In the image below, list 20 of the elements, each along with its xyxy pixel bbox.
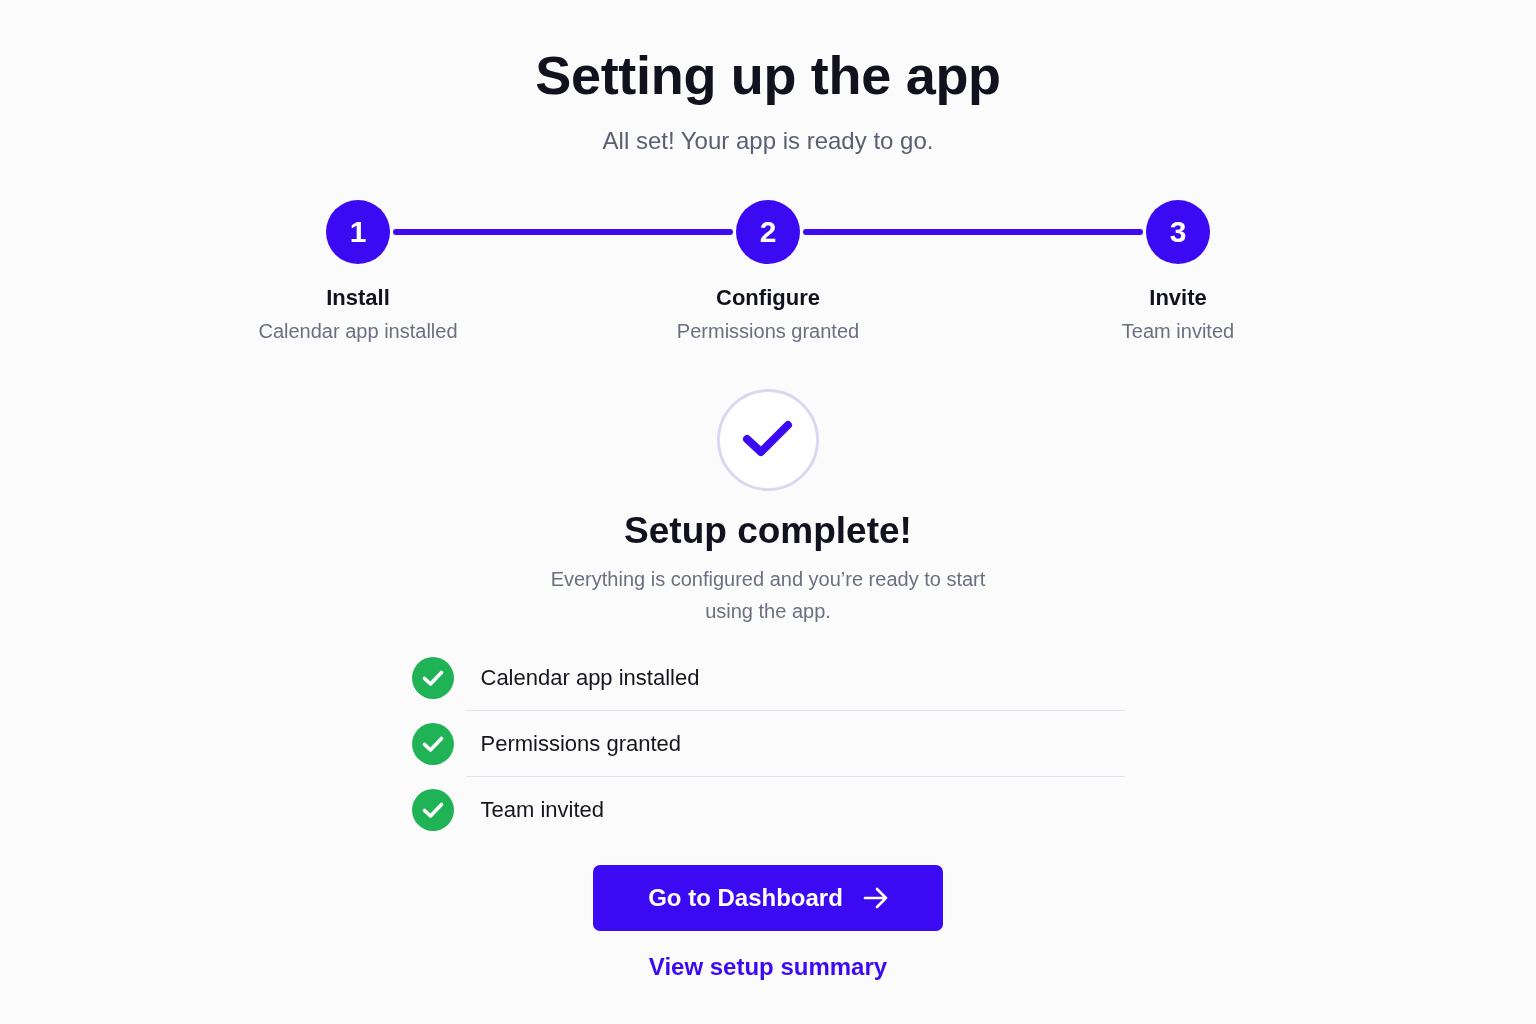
step-label: Invite [1149,284,1207,312]
step-number: 2 [736,200,800,264]
checklist-item: Team invited [480,795,604,824]
checklist-item: Permissions granted [480,729,682,758]
check-circle-icon [717,389,819,491]
page-subtitle: All set! Your app is ready to go. [602,126,934,156]
completion-message: Everything is configured and you’re ready to start using the app. [549,567,987,624]
step-label: Configure [716,284,820,312]
step-number: 3 [1146,200,1210,264]
step-detail: Team invited [1121,319,1235,344]
go-to-dashboard-button[interactable]: Go to Dashboard [593,865,943,931]
page-title: Setting up the app [535,44,1001,107]
completion-title: Setup complete! [624,509,912,553]
arrow-right-icon [862,887,888,909]
view-setup-summary-link[interactable]: View setup summary [648,952,888,982]
step-label: Install [326,284,390,312]
step-detail: Calendar app installed [258,319,458,344]
step-number: 1 [326,200,390,264]
checklist-item: Calendar app installed [480,663,700,692]
step-detail: Permissions granted [676,319,860,344]
